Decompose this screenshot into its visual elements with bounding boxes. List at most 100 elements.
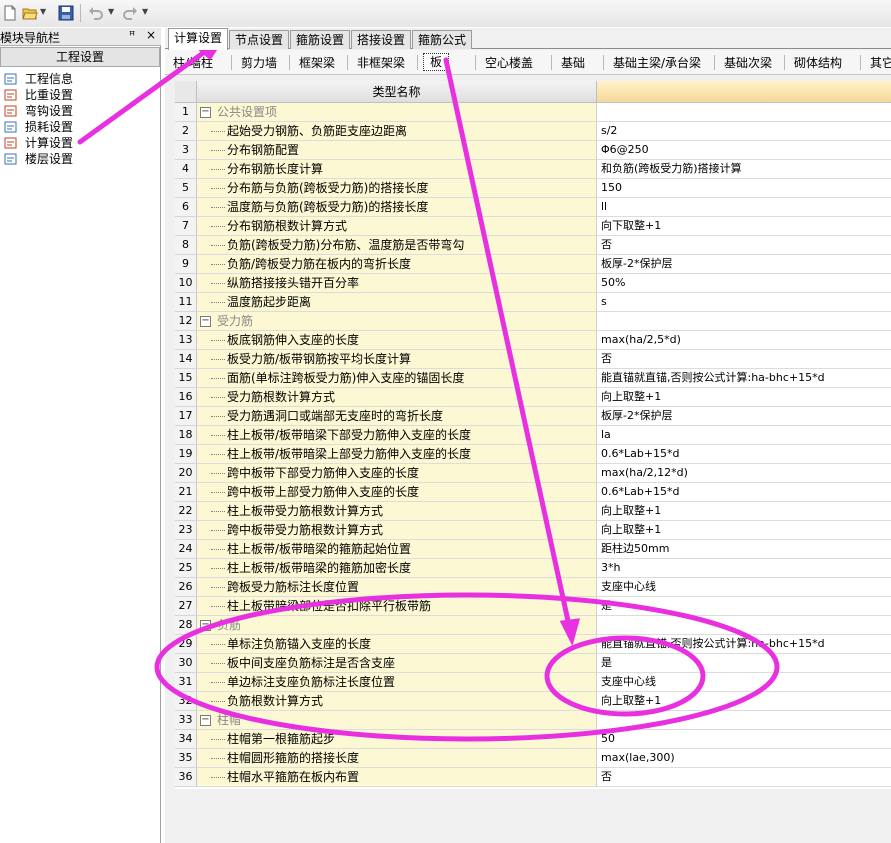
setting-value[interactable]: 能直锚就直锚,否则按公式计算:ha-bhc+15*d (597, 635, 891, 654)
tab[interactable]: 节点设置 (229, 30, 289, 49)
setting-value[interactable]: 能直锚就直锚,否则按公式计算:ha-bhc+15*d (597, 369, 891, 388)
setting-value[interactable]: 支座中心线 (597, 673, 891, 692)
setting-value[interactable]: max(ha/2,5*d) (597, 331, 891, 350)
open-folder-icon[interactable] (22, 5, 38, 21)
table-row[interactable]: 5 分布筋与负筋(跨板受力筋)的搭接长度 150 (175, 179, 891, 198)
subtab[interactable]: 剪力墙 (241, 54, 277, 71)
collapse-icon[interactable]: − (200, 316, 211, 327)
redo-dropdown-icon[interactable]: ▼ (142, 7, 148, 16)
table-row[interactable]: 8 负筋(跨板受力筋)分布筋、温度筋是否带弯勾 否 (175, 236, 891, 255)
setting-value[interactable]: ll (597, 198, 891, 217)
subtab[interactable]: 空心楼盖 (485, 54, 533, 71)
setting-value[interactable]: 板厚-2*保护层 (597, 255, 891, 274)
undo-dropdown-icon[interactable]: ▼ (108, 7, 114, 16)
setting-value[interactable]: max(lae,300) (597, 749, 891, 768)
tab[interactable]: 箍筋公式 (412, 30, 472, 49)
table-row[interactable]: 27 柱上板带暗梁部位是否扣除平行板带筋 是 (175, 597, 891, 616)
setting-value[interactable]: 向上取整+1 (597, 388, 891, 407)
tab[interactable]: 搭接设置 (351, 30, 411, 49)
subtab[interactable]: 砌体结构 (794, 54, 842, 71)
collapse-icon[interactable]: − (200, 715, 211, 726)
nav-item[interactable]: 损耗设置 (4, 119, 154, 135)
table-row[interactable]: 11 温度筋起步距离 s (175, 293, 891, 312)
nav-item[interactable]: 计算设置 (4, 135, 154, 151)
subtab[interactable]: 柱/墙柱 (173, 54, 213, 71)
setting-value[interactable]: 50% (597, 274, 891, 293)
table-row[interactable]: 25 柱上板带/板带暗梁的箍筋加密长度 3*h (175, 559, 891, 578)
setting-value[interactable]: 板厚-2*保护层 (597, 407, 891, 426)
table-row[interactable]: 9 负筋/跨板受力筋在板内的弯折长度 板厚-2*保护层 (175, 255, 891, 274)
table-row[interactable]: 18 柱上板带/板带暗梁下部受力筋伸入支座的长度 la (175, 426, 891, 445)
table-row[interactable]: 2 起始受力钢筋、负筋距支座边距离 s/2 (175, 122, 891, 141)
table-row[interactable]: 15 面筋(单标注跨板受力筋)伸入支座的锚固长度 能直锚就直锚,否则按公式计算:ha… (175, 369, 891, 388)
table-row[interactable]: 6 温度筋与负筋(跨板受力筋)的搭接长度 ll (175, 198, 891, 217)
subtab[interactable]: 框架梁 (299, 54, 335, 71)
setting-value[interactable]: 是 (597, 597, 891, 616)
table-row[interactable]: 20 跨中板带下部受力筋伸入支座的长度 max(ha/2,12*d) (175, 464, 891, 483)
table-row[interactable]: 32 负筋根数计算方式 向上取整+1 (175, 692, 891, 711)
nav-item[interactable]: 比重设置 (4, 87, 154, 103)
table-row[interactable]: 34 柱帽第一根箍筋起步 50 (175, 730, 891, 749)
setting-value[interactable]: 向下取整+1 (597, 217, 891, 236)
setting-value[interactable]: 3*h (597, 559, 891, 578)
open-dropdown-icon[interactable]: ▼ (40, 7, 46, 16)
subtab[interactable]: 基础次梁 (724, 54, 772, 71)
subtab[interactable]: 其它 (870, 54, 891, 71)
setting-value[interactable]: 50 (597, 730, 891, 749)
setting-value[interactable]: 和负筋(跨板受力筋)搭接计算 (597, 160, 891, 179)
table-row[interactable]: 36 柱帽水平箍筋在板内布置 否 (175, 768, 891, 787)
table-row[interactable]: 10 纵筋搭接接头错开百分率 50% (175, 274, 891, 293)
nav-item[interactable]: 楼层设置 (4, 151, 154, 167)
table-row[interactable]: 23 跨中板带受力筋根数计算方式 向上取整+1 (175, 521, 891, 540)
setting-value[interactable]: 150 (597, 179, 891, 198)
subtab[interactable]: 非框架梁 (357, 54, 405, 71)
setting-value[interactable]: la (597, 426, 891, 445)
table-row[interactable]: 29 单标注负筋锚入支座的长度 能直锚就直锚,否则按公式计算:ha-bhc+15*d (175, 635, 891, 654)
nav-item[interactable]: 工程信息 (4, 71, 154, 87)
table-row[interactable]: 31 单边标注支座负筋标注长度位置 支座中心线 (175, 673, 891, 692)
save-icon[interactable] (58, 5, 74, 21)
group-row[interactable]: 33− 柱帽 (175, 711, 891, 730)
setting-value[interactable]: 0.6*Lab+15*d (597, 445, 891, 464)
setting-value[interactable]: 向上取整+1 (597, 521, 891, 540)
table-row[interactable]: 3 分布钢筋配置 Φ6@250 (175, 141, 891, 160)
setting-value[interactable]: s (597, 293, 891, 312)
table-row[interactable]: 19 柱上板带/板带暗梁上部受力筋伸入支座的长度 0.6*Lab+15*d (175, 445, 891, 464)
setting-value[interactable]: 否 (597, 236, 891, 255)
setting-value[interactable]: max(ha/2,12*d) (597, 464, 891, 483)
new-file-icon[interactable] (2, 5, 18, 21)
table-row[interactable]: 22 柱上板带受力筋根数计算方式 向上取整+1 (175, 502, 891, 521)
setting-value[interactable]: s/2 (597, 122, 891, 141)
pin-icon[interactable]: ꟸ (129, 29, 135, 42)
setting-value[interactable]: 向上取整+1 (597, 502, 891, 521)
setting-value[interactable]: 支座中心线 (597, 578, 891, 597)
table-row[interactable]: 30 板中间支座负筋标注是否含支座 是 (175, 654, 891, 673)
group-row[interactable]: 1− 公共设置项 (175, 103, 891, 122)
subtab[interactable]: 板 (423, 53, 450, 71)
setting-value[interactable]: 0.6*Lab+15*d (597, 483, 891, 502)
collapse-icon[interactable]: − (200, 620, 211, 631)
nav-item[interactable]: 弯钩设置 (4, 103, 154, 119)
setting-value[interactable]: 否 (597, 350, 891, 369)
table-row[interactable]: 4 分布钢筋长度计算 和负筋(跨板受力筋)搭接计算 (175, 160, 891, 179)
table-row[interactable]: 14 板受力筋/板带钢筋按平均长度计算 否 (175, 350, 891, 369)
redo-icon[interactable] (122, 5, 138, 21)
setting-value[interactable]: 否 (597, 768, 891, 787)
setting-value[interactable]: 是 (597, 654, 891, 673)
undo-icon[interactable] (88, 5, 104, 21)
table-row[interactable]: 21 跨中板带上部受力筋伸入支座的长度 0.6*Lab+15*d (175, 483, 891, 502)
table-row[interactable]: 17 受力筋遇洞口或端部无支座时的弯折长度 板厚-2*保护层 (175, 407, 891, 426)
subtab[interactable]: 基础 (561, 54, 585, 71)
table-row[interactable]: 35 柱帽圆形箍筋的搭接长度 max(lae,300) (175, 749, 891, 768)
subtab[interactable]: 基础主梁/承台梁 (613, 54, 701, 71)
setting-value[interactable]: 向上取整+1 (597, 692, 891, 711)
setting-value[interactable]: 距柱边50mm (597, 540, 891, 559)
table-row[interactable]: 24 柱上板带/板带暗梁的箍筋起始位置 距柱边50mm (175, 540, 891, 559)
setting-value[interactable]: Φ6@250 (597, 141, 891, 160)
nav-section-project-settings[interactable]: 工程设置 (0, 47, 160, 67)
table-row[interactable]: 7 分布钢筋根数计算方式 向下取整+1 (175, 217, 891, 236)
tab[interactable]: 计算设置 (168, 28, 228, 50)
table-row[interactable]: 26 跨板受力筋标注长度位置 支座中心线 (175, 578, 891, 597)
table-row[interactable]: 16 受力筋根数计算方式 向上取整+1 (175, 388, 891, 407)
group-row[interactable]: 28− 负筋 (175, 616, 891, 635)
